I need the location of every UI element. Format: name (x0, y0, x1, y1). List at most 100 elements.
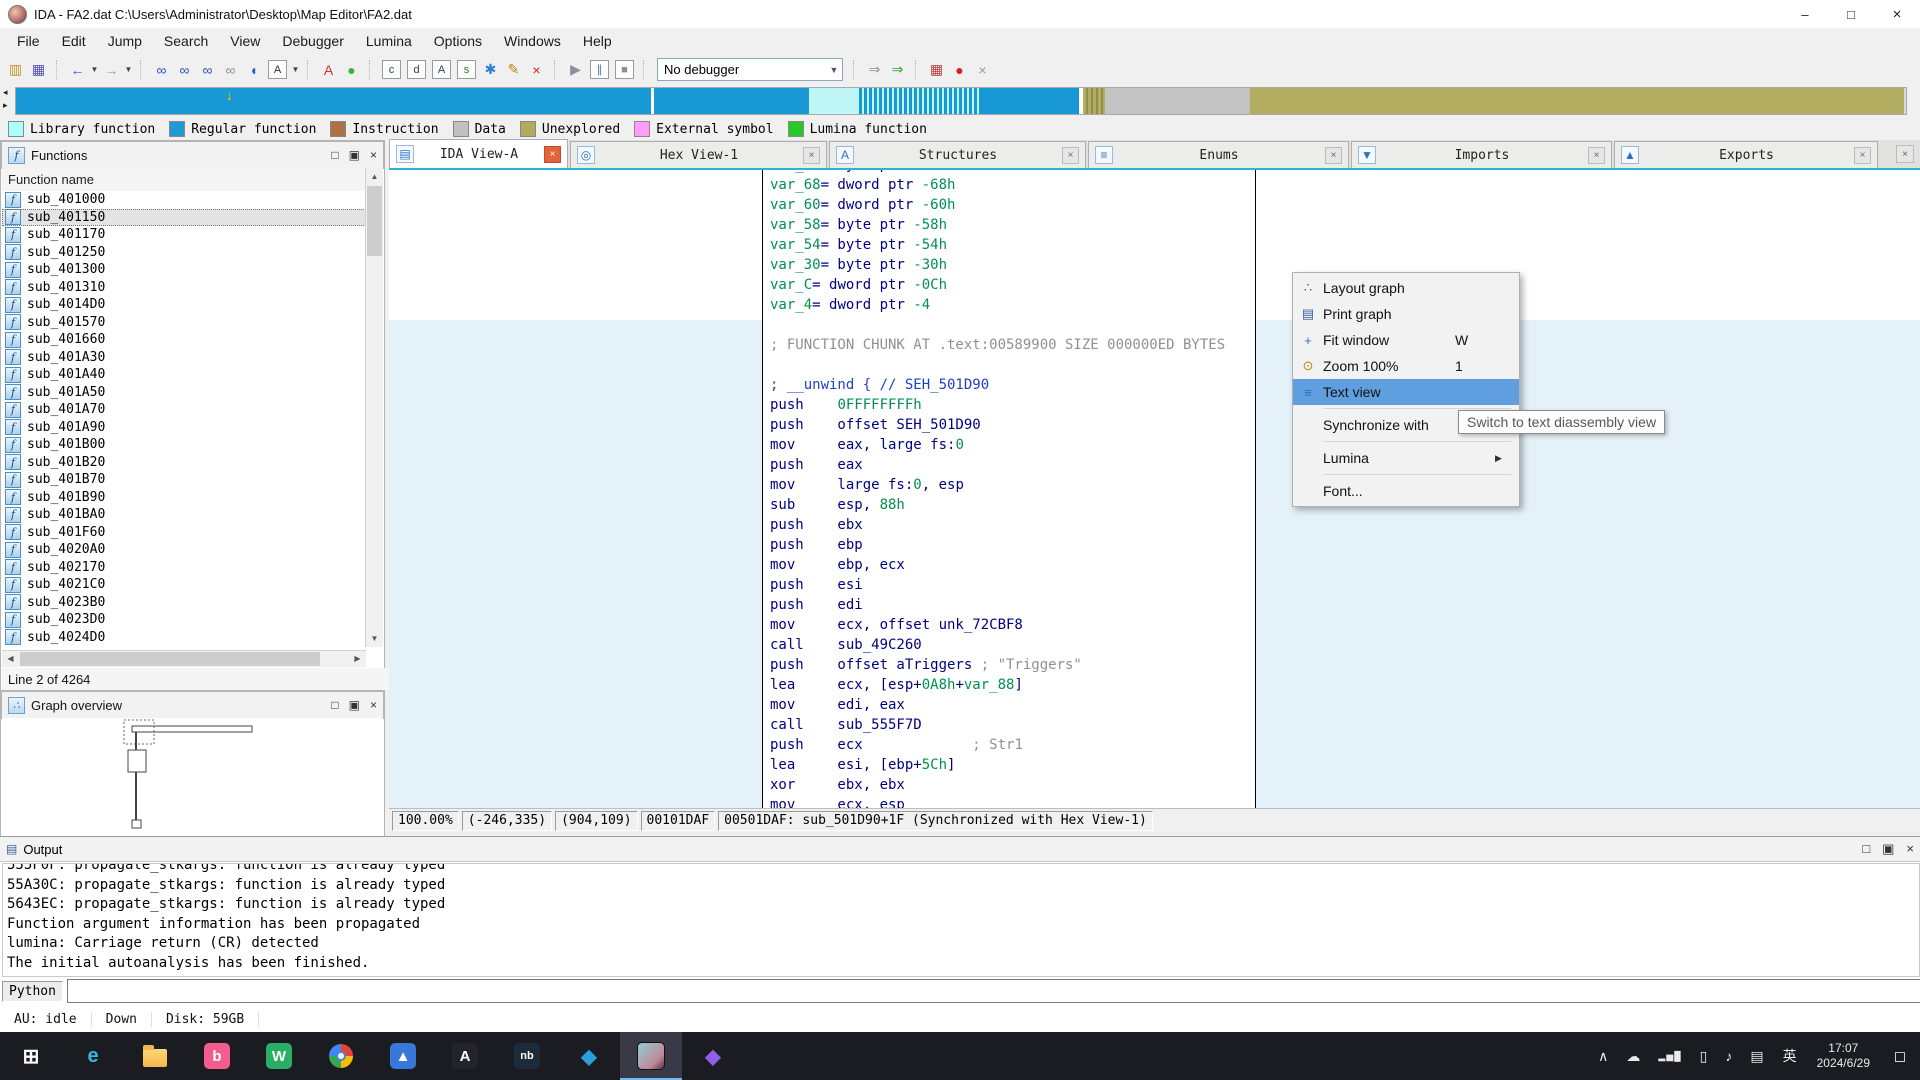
menu-lumina[interactable]: Lumina (355, 28, 423, 55)
menu-item-zoom-100-[interactable]: ⊙Zoom 100%1 (1293, 353, 1519, 379)
menu-item-print-graph[interactable]: ▤Print graph (1293, 301, 1519, 327)
graph-overview-canvas[interactable] (2, 718, 383, 835)
debugger-windows-icon[interactable]: ▦ (926, 59, 947, 80)
scrollbar-thumb[interactable] (367, 186, 382, 256)
python-prompt-button[interactable]: Python (2, 981, 63, 1002)
menu-item-text-view[interactable]: ≡Text view (1293, 379, 1519, 405)
menu-help[interactable]: Help (572, 28, 623, 55)
make-name-icon[interactable]: A (432, 60, 451, 79)
patch-icon[interactable]: ✱ (480, 59, 501, 80)
tab-area-close-icon[interactable]: × (1896, 145, 1914, 163)
output-log[interactable]: 555F0F: propagate_stkargs: function is a… (2, 863, 1920, 977)
output-panel-titlebar[interactable]: ▤ Output □ ▣ × (0, 837, 1920, 862)
menu-windows[interactable]: Windows (493, 28, 572, 55)
function-list-item[interactable]: fsub_401170 (2, 226, 366, 244)
function-list-item[interactable]: fsub_401300 (2, 261, 366, 279)
close-button[interactable]: × (1874, 0, 1920, 28)
graph-view-canvas[interactable]: var_6C= byte ptr -6Chvar_68= dword ptr -… (389, 168, 1920, 810)
edge-icon[interactable]: e (62, 1032, 124, 1080)
add-breakpoint-icon[interactable]: ● (949, 59, 970, 80)
function-list-item[interactable]: fsub_401BA0 (2, 506, 366, 524)
menu-jump[interactable]: Jump (97, 28, 153, 55)
python-command-input[interactable] (67, 979, 1920, 1003)
start-process-icon[interactable]: ▶ (565, 59, 586, 80)
vscode-icon[interactable]: ◆ (558, 1032, 620, 1080)
ida-icon[interactable] (620, 1032, 682, 1080)
function-list-item[interactable]: fsub_4020A0 (2, 541, 366, 559)
network-icon[interactable]: ▂▅█ (1649, 1051, 1690, 1062)
tab-close-icon[interactable]: × (1325, 147, 1342, 164)
run-to-cursor-icon[interactable]: ⇒ (887, 59, 908, 80)
chevron-up-icon[interactable]: ∧ (1589, 1048, 1617, 1065)
functions-column-header[interactable]: Function name (2, 168, 372, 192)
chrome-icon[interactable] (310, 1032, 372, 1080)
tab-ida-view-a[interactable]: ▤IDA View-A× (389, 139, 568, 168)
function-list-item[interactable]: fsub_401660 (2, 331, 366, 349)
output-restore-button[interactable]: □ (1862, 841, 1870, 857)
problems-icon[interactable]: A (318, 59, 339, 80)
overview-float-button[interactable]: ▣ (349, 698, 360, 712)
minimize-button[interactable]: – (1782, 0, 1828, 28)
tab-hex-view-1[interactable]: ◎Hex View-1× (570, 141, 827, 168)
function-list-item[interactable]: fsub_4014D0 (2, 296, 366, 314)
function-list-item[interactable]: fsub_401A50 (2, 384, 366, 402)
tab-exports[interactable]: ▲Exports× (1614, 141, 1878, 168)
menu-item-fit-window[interactable]: +Fit windowW (1293, 327, 1519, 353)
make-data-icon[interactable]: d (407, 60, 426, 79)
names-icon[interactable]: A (268, 60, 287, 79)
file-explorer-icon[interactable] (124, 1032, 186, 1080)
volume-icon[interactable]: ♪ (1716, 1048, 1741, 1064)
back-icon[interactable]: ← (67, 59, 88, 80)
tab-close-icon[interactable]: × (544, 146, 561, 163)
scrollbar-thumb[interactable] (20, 652, 320, 666)
function-list-item[interactable]: fsub_401570 (2, 314, 366, 332)
function-list-item[interactable]: fsub_4024D0 (2, 629, 366, 647)
graph-overview-titlebar[interactable]: ∴ Graph overview □ ▣ × (1, 691, 384, 719)
function-list-item[interactable]: fsub_401A70 (2, 401, 366, 419)
functions-close-button[interactable]: × (370, 148, 377, 162)
function-list-item[interactable]: fsub_401A90 (2, 419, 366, 437)
function-list-item[interactable]: fsub_4023D0 (2, 611, 366, 629)
function-list-item[interactable]: fsub_401A30 (2, 349, 366, 367)
tab-imports[interactable]: ▼Imports× (1351, 141, 1612, 168)
tray-clock[interactable]: 17:072024/6/29 (1807, 1041, 1880, 1071)
functions-vertical-scrollbar[interactable]: ▲ ▼ (365, 168, 383, 647)
touch-keyboard-icon[interactable]: ▤ (1741, 1048, 1772, 1065)
function-list-item[interactable]: fsub_401F60 (2, 524, 366, 542)
function-list-item[interactable]: fsub_401A40 (2, 366, 366, 384)
tab-structures[interactable]: AStructures× (829, 141, 1086, 168)
function-list-item[interactable]: fsub_402170 (2, 559, 366, 577)
search-sequence-icon[interactable]: ∞ (197, 59, 218, 80)
open-file-icon[interactable]: ▥ (5, 59, 26, 80)
notable-icon[interactable]: nb (496, 1032, 558, 1080)
delete-breakpoint-icon[interactable]: × (972, 59, 993, 80)
menu-item-layout-graph[interactable]: ∴Layout graph (1293, 275, 1519, 301)
tab-close-icon[interactable]: × (803, 147, 820, 164)
functions-float-button[interactable]: ▣ (349, 148, 360, 162)
search-immediate-icon[interactable]: ∞ (151, 59, 172, 80)
dark-app-icon[interactable]: A (434, 1032, 496, 1080)
save-icon[interactable]: ▦ (28, 59, 49, 80)
edit-icon[interactable]: ✎ (503, 59, 524, 80)
start-button[interactable]: ⊞ (0, 1032, 62, 1080)
maximize-button[interactable]: □ (1828, 0, 1874, 28)
output-close-button[interactable]: × (1906, 841, 1914, 857)
functions-panel-titlebar[interactable]: f Functions □ ▣ × (1, 141, 384, 169)
purple-app-icon[interactable]: ◆ (682, 1032, 744, 1080)
back-caret-icon[interactable]: ▼ (90, 59, 99, 80)
make-string-icon[interactable]: s (457, 60, 476, 79)
function-list-item[interactable]: fsub_401150 (2, 209, 366, 227)
search-again-icon[interactable]: ∞ (220, 59, 241, 80)
menu-view[interactable]: View (219, 28, 271, 55)
search-text-icon[interactable]: ∞ (174, 59, 195, 80)
function-list-item[interactable]: fsub_401B70 (2, 471, 366, 489)
function-list-item[interactable]: fsub_401250 (2, 244, 366, 262)
photos-icon[interactable]: ▲ (372, 1032, 434, 1080)
overview-restore-button[interactable]: □ (331, 698, 338, 712)
pause-process-icon[interactable]: ∥ (590, 60, 609, 79)
navband-scroll-arrows[interactable]: ◂▸ (3, 86, 8, 112)
function-list-item[interactable]: fsub_4021C0 (2, 576, 366, 594)
functions-horizontal-scrollbar[interactable]: ◀ ▶ (2, 650, 366, 667)
forward-caret-icon[interactable]: ▼ (124, 59, 133, 80)
scroll-down-arrow-icon[interactable]: ▼ (366, 630, 383, 647)
